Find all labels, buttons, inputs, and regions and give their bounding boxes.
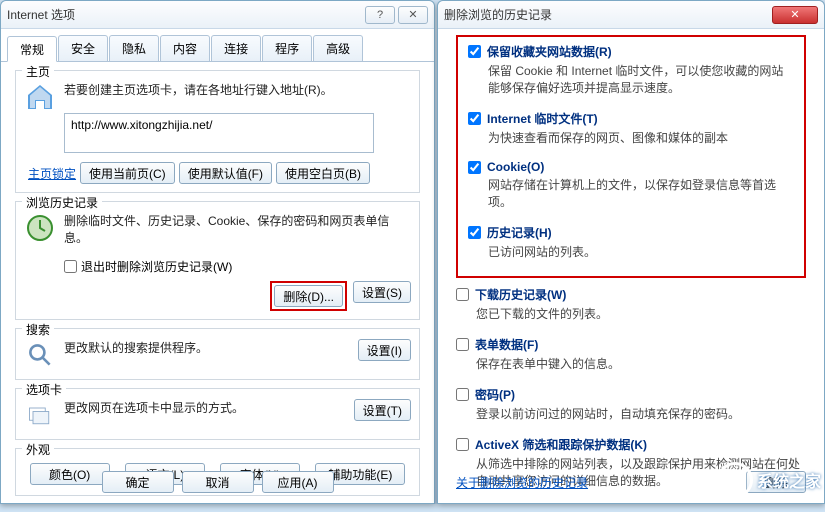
tab-connections[interactable]: 连接 xyxy=(211,35,261,61)
delete-highlight: 删除(D)... xyxy=(270,281,347,311)
about-delete-link[interactable]: 关于删除浏览的历史记录 xyxy=(456,474,588,491)
check-item-title: 历史记录(H) xyxy=(487,224,552,241)
check-item: 历史记录(H) 已访问网站的列表。 xyxy=(468,224,794,260)
cancel-button[interactable]: 取消 xyxy=(182,471,254,493)
tab-general[interactable]: 常规 xyxy=(7,36,57,62)
ok-button[interactable]: 确定 xyxy=(102,471,174,493)
home-icon xyxy=(24,81,56,113)
panel-body: 主页 若要创建主页选项卡，请在各地址行键入地址(R)。 主页锁定 使用当前页(C… xyxy=(1,62,434,512)
titlebar[interactable]: Internet 选项 ? ✕ xyxy=(1,1,434,29)
watermark-text: 系统之家 xyxy=(757,468,821,492)
check-item: 下载历史记录(W) 您已下载的文件的列表。 xyxy=(456,286,806,322)
lock-home-link[interactable]: 主页锁定 xyxy=(28,165,76,182)
group-tabs-label: 选项卡 xyxy=(22,381,66,398)
check-item-desc: 已访问网站的列表。 xyxy=(488,243,794,260)
apply-button[interactable]: 应用(A) xyxy=(262,471,334,493)
check-item: 表单数据(F) 保存在表单中键入的信息。 xyxy=(456,336,806,372)
home-desc: 若要创建主页选项卡，请在各地址行键入地址(R)。 xyxy=(64,81,333,98)
bottom-button-bar: 确定 取消 应用(A) xyxy=(1,471,434,493)
group-history: 浏览历史记录 删除临时文件、历史记录、Cookie、保存的密码和网页表单信息。 … xyxy=(15,201,420,320)
tabs-desc: 更改网页在选项卡中显示的方式。 xyxy=(64,399,346,416)
use-default-button[interactable]: 使用默认值(F) xyxy=(179,162,272,184)
checklist: 保留收藏夹网站数据(R) 保留 Cookie 和 Internet 临时文件，可以… xyxy=(438,29,824,509)
check-item: Internet 临时文件(T) 为快速查看而保存的网页、图像和媒体的副本 xyxy=(468,110,794,146)
check-item-checkbox[interactable] xyxy=(456,388,469,401)
check-item-checkbox[interactable] xyxy=(468,161,481,174)
tab-security[interactable]: 安全 xyxy=(58,35,108,61)
check-item-title: 密码(P) xyxy=(475,386,515,403)
check-item: 密码(P) 登录以前访问过的网站时，自动填充保存的密码。 xyxy=(456,386,806,422)
check-item-checkbox[interactable] xyxy=(468,226,481,239)
search-settings-button[interactable]: 设置(I) xyxy=(358,339,411,361)
check-item-desc: 保存在表单中键入的信息。 xyxy=(476,355,806,372)
group-appearance-label: 外观 xyxy=(22,441,54,458)
watermark-logo-icon xyxy=(717,462,753,498)
history-icon xyxy=(24,212,56,244)
tabs-icon xyxy=(24,399,56,431)
tab-privacy[interactable]: 隐私 xyxy=(109,35,159,61)
check-item-title: 保留收藏夹网站数据(R) xyxy=(487,43,612,60)
check-item-desc: 您已下载的文件的列表。 xyxy=(476,305,806,322)
check-item-checkbox[interactable] xyxy=(456,338,469,351)
dialog-title: Internet 选项 xyxy=(7,6,362,23)
check-item-checkbox[interactable] xyxy=(468,45,481,58)
group-history-label: 浏览历史记录 xyxy=(22,194,102,211)
exit-delete-label: 退出时删除浏览历史记录(W) xyxy=(81,258,232,275)
delete-history-button[interactable]: 删除(D)... xyxy=(274,285,343,307)
close-button[interactable]: ✕ xyxy=(398,6,428,24)
exit-delete-checkbox[interactable] xyxy=(64,260,77,273)
history-settings-button[interactable]: 设置(S) xyxy=(353,281,411,303)
group-home: 主页 若要创建主页选项卡，请在各地址行键入地址(R)。 主页锁定 使用当前页(C… xyxy=(15,70,420,193)
check-item-checkbox[interactable] xyxy=(456,438,469,451)
tab-programs[interactable]: 程序 xyxy=(262,35,312,61)
internet-options-dialog: Internet 选项 ? ✕ 常规 安全 隐私 内容 连接 程序 高级 主页 … xyxy=(0,0,435,504)
tab-content[interactable]: 内容 xyxy=(160,35,210,61)
home-url-input[interactable] xyxy=(64,113,374,153)
check-item: 保留收藏夹网站数据(R) 保留 Cookie 和 Internet 临时文件，可以… xyxy=(468,43,794,96)
search-desc: 更改默认的搜索提供程序。 xyxy=(64,339,350,356)
tabs-settings-button[interactable]: 设置(T) xyxy=(354,399,411,421)
use-blank-button[interactable]: 使用空白页(B) xyxy=(276,162,370,184)
check-item-desc: 网站存储在计算机上的文件，以保存如登录信息等首选项。 xyxy=(488,176,794,210)
check-item-title: Internet 临时文件(T) xyxy=(487,110,598,127)
check-item-title: 表单数据(F) xyxy=(475,336,538,353)
help-button[interactable]: ? xyxy=(365,6,395,24)
history-desc: 删除临时文件、历史记录、Cookie、保存的密码和网页表单信息。 xyxy=(64,212,411,246)
check-item-title: 下载历史记录(W) xyxy=(475,286,566,303)
close-button[interactable]: ✕ xyxy=(772,6,818,24)
group-search-label: 搜索 xyxy=(22,321,54,338)
delete-history-dialog: 删除浏览的历史记录 ✕ 保留收藏夹网站数据(R) 保留 Cookie 和 Inte… xyxy=(437,0,825,504)
group-search: 搜索 更改默认的搜索提供程序。 设置(I) xyxy=(15,328,420,380)
titlebar[interactable]: 删除浏览的历史记录 ✕ xyxy=(438,1,824,29)
search-icon xyxy=(24,339,56,371)
check-item: Cookie(O) 网站存储在计算机上的文件，以保存如登录信息等首选项。 xyxy=(468,160,794,210)
dialog-title: 删除浏览的历史记录 xyxy=(444,6,769,23)
use-current-button[interactable]: 使用当前页(C) xyxy=(80,162,175,184)
group-tabs: 选项卡 更改网页在选项卡中显示的方式。 设置(T) xyxy=(15,388,420,440)
check-item-checkbox[interactable] xyxy=(456,288,469,301)
tab-strip: 常规 安全 隐私 内容 连接 程序 高级 xyxy=(1,29,434,62)
check-item-desc: 为快速查看而保存的网页、图像和媒体的副本 xyxy=(488,129,794,146)
group-home-label: 主页 xyxy=(22,63,54,80)
check-item-desc: 登录以前访问过的网站时，自动填充保存的密码。 xyxy=(476,405,806,422)
check-item-desc: 保留 Cookie 和 Internet 临时文件，可以使您收藏的网站能够保存偏… xyxy=(488,62,794,96)
check-item-title: ActiveX 筛选和跟踪保护数据(K) xyxy=(475,436,647,453)
watermark: 系统之家 xyxy=(717,462,821,498)
check-item-checkbox[interactable] xyxy=(468,112,481,125)
check-item-title: Cookie(O) xyxy=(487,160,544,174)
tab-advanced[interactable]: 高级 xyxy=(313,35,363,61)
highlight-box: 保留收藏夹网站数据(R) 保留 Cookie 和 Internet 临时文件，可以… xyxy=(456,35,806,278)
